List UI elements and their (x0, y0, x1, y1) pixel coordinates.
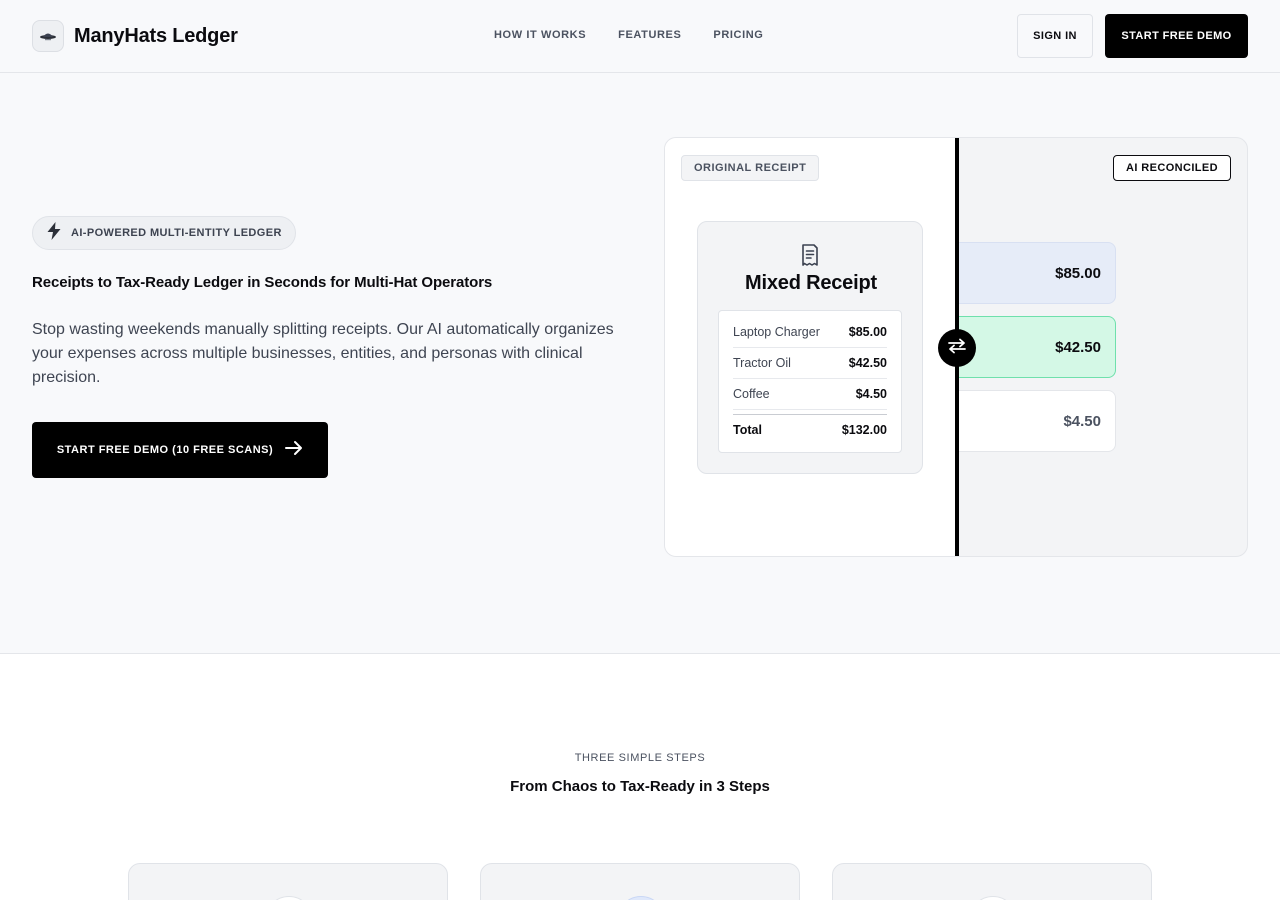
list-item: Laptop Charger $85.00 (733, 317, 887, 348)
hero-cta-button[interactable]: START FREE DEMO (10 FREE SCANS) (32, 422, 328, 478)
hero-cta-label: START FREE DEMO (10 FREE SCANS) (56, 444, 274, 456)
arrow-right-icon (285, 440, 303, 461)
receipt-line-items: Laptop Charger $85.00 Tractor Oil $42.50… (718, 310, 902, 453)
reconciled-chip-3: $4.50 (959, 390, 1116, 452)
top-nav: ManyHats Ledger HOW IT WORKS FEATURES PR… (0, 0, 1280, 73)
hero-description: Stop wasting weekends manually splitting… (32, 321, 614, 386)
steps-title: From Chaos to Tax-Ready in 3 Steps (510, 778, 770, 795)
receipt-icon (800, 244, 820, 271)
total-label: Total (733, 423, 762, 437)
sign-in-button[interactable]: SIGN IN (1017, 14, 1093, 58)
brand[interactable]: ManyHats Ledger (32, 20, 238, 52)
receipt-total-row: Total $132.00 (733, 414, 887, 445)
hero-badge: AI-POWERED MULTI-ENTITY LEDGER (32, 216, 296, 250)
comparison-slider-handle[interactable] (938, 329, 976, 367)
step-icon (265, 896, 313, 900)
reconciled-chip-2: $42.50 (959, 316, 1116, 378)
hero-badge-label: AI-POWERED MULTI-ENTITY LEDGER (71, 227, 282, 239)
lightning-icon (47, 221, 61, 245)
list-item: Coffee $4.50 (733, 379, 887, 410)
step-icon (969, 896, 1017, 900)
steps-eyebrow: THREE SIMPLE STEPS (574, 752, 706, 764)
brand-name: ManyHats Ledger (74, 24, 238, 47)
list-item: Tractor Oil $42.50 (733, 348, 887, 379)
step-card-2 (480, 863, 800, 900)
ai-reconciled-tag: AI RECONCILED (1113, 155, 1231, 181)
receipt-comparison: ORIGINAL RECEIPT AI RECONCILED Mixed Rec… (664, 137, 1248, 557)
reconciled-chip-1: $85.00 (959, 242, 1116, 304)
mixed-receipt: Mixed Receipt Laptop Charger $85.00 Trac… (697, 221, 923, 474)
steps-section: THREE SIMPLE STEPS From Chaos to Tax-Rea… (0, 653, 1280, 900)
receipt-title: Mixed Receipt (745, 272, 877, 294)
step-card-3 (832, 863, 1152, 900)
line-item-amount: $42.50 (848, 356, 887, 370)
start-free-demo-button[interactable]: START FREE DEMO (1105, 14, 1248, 58)
brand-logo-icon (32, 20, 64, 52)
swap-arrows-icon (947, 338, 967, 359)
nav-link-pricing[interactable]: PRICING (713, 29, 763, 41)
hero-title: Receipts to Tax-Ready Ledger in Seconds … (32, 274, 493, 291)
line-item-name: Coffee (733, 387, 770, 401)
line-item-name: Laptop Charger (733, 325, 820, 339)
line-item-amount: $4.50 (855, 387, 887, 401)
nav-link-features[interactable]: FEATURES (618, 29, 681, 41)
total-amount: $132.00 (841, 423, 887, 437)
original-receipt-tag: ORIGINAL RECEIPT (681, 155, 820, 181)
nav-link-how-it-works[interactable]: HOW IT WORKS (494, 29, 586, 41)
line-item-name: Tractor Oil (733, 356, 791, 370)
nav-links: HOW IT WORKS FEATURES PRICING (494, 29, 763, 41)
line-item-amount: $85.00 (848, 325, 887, 339)
step-icon (617, 896, 665, 900)
step-card-1 (128, 863, 448, 900)
